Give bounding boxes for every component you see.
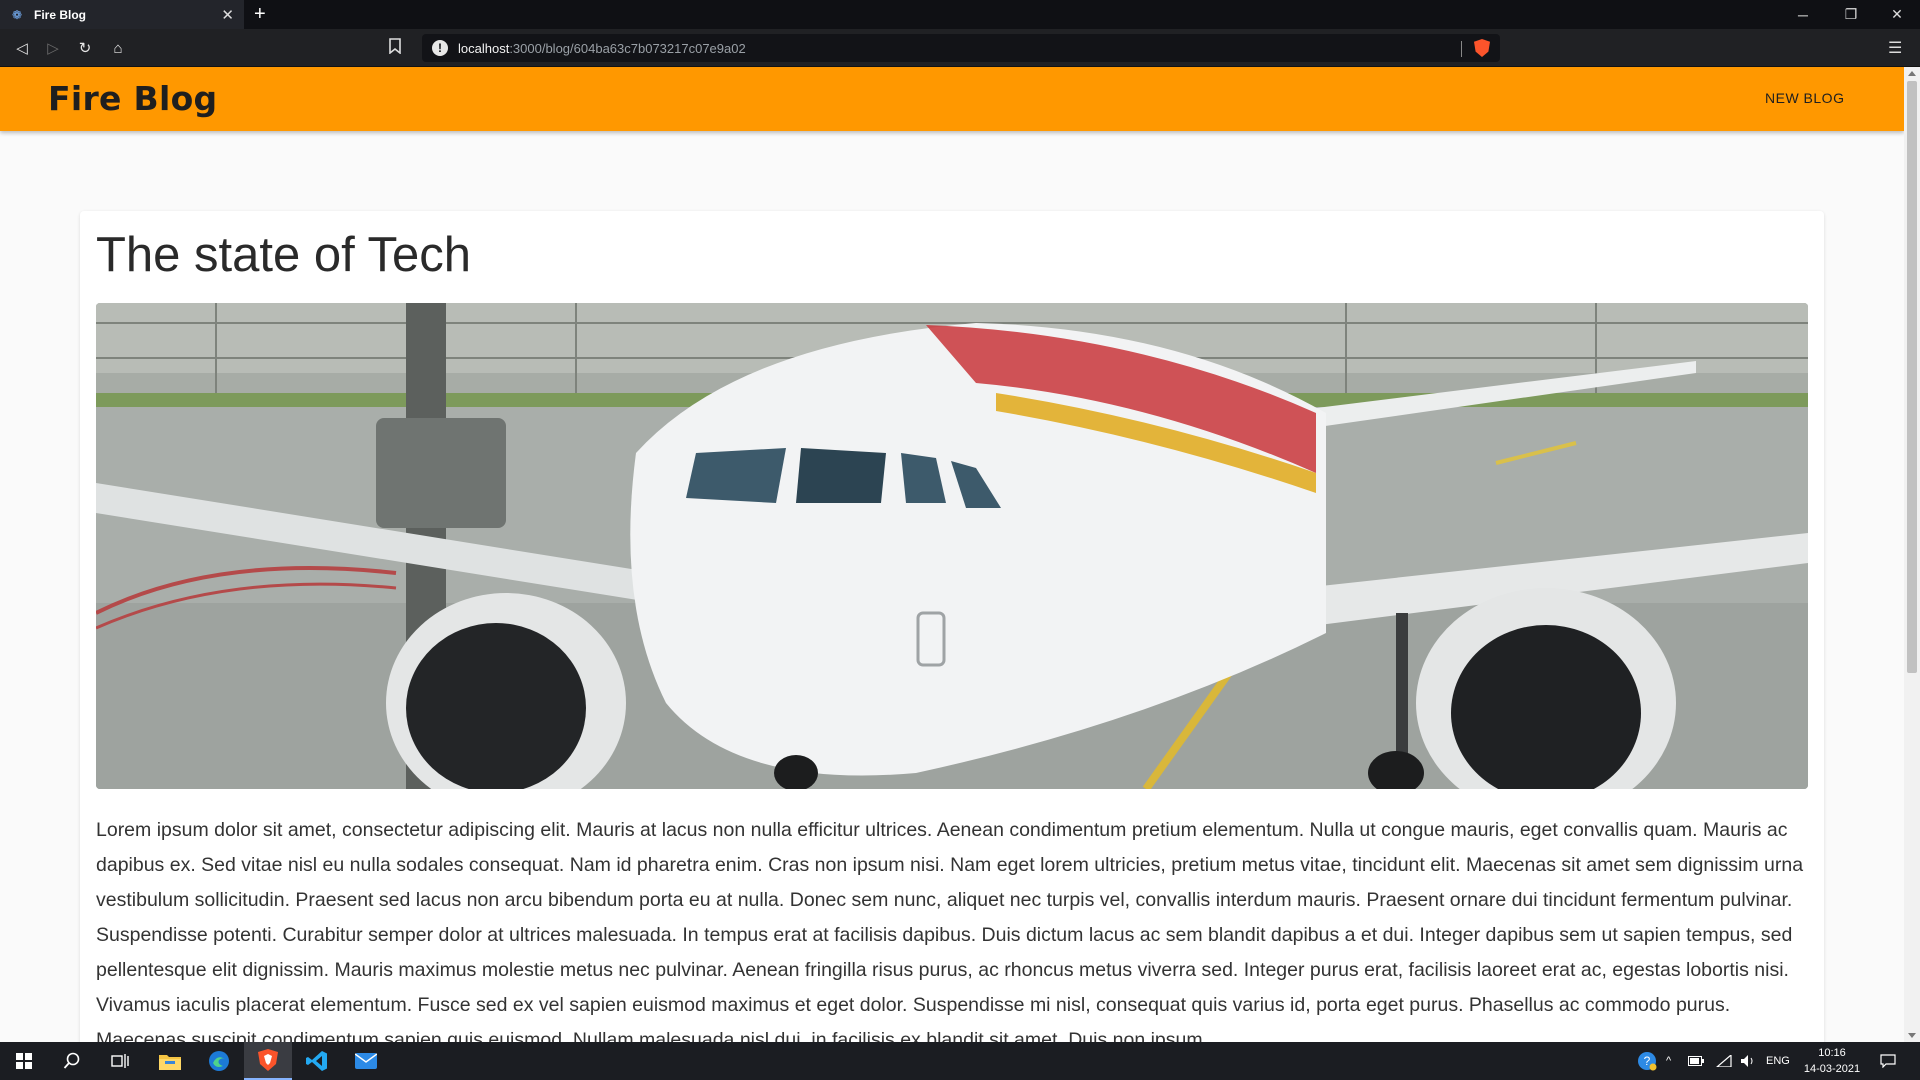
browser-tab-strip: ❁ Fire Blog ✕ + ─ ❐ ✕ [0,0,1920,29]
clock-date: 14-03-2021 [1803,1063,1861,1075]
restore-icon[interactable]: ❐ [1828,0,1874,29]
start-icon[interactable] [0,1042,48,1080]
task-view-icon[interactable] [96,1042,144,1080]
browser-tab[interactable]: ❁ Fire Blog ✕ [0,0,244,29]
url-path: :3000/blog/604ba63c7b073217c07e9a02 [509,40,746,56]
post-body: Lorem ipsum dolor sit amet, consectetur … [96,819,1804,1042]
tab-title: Fire Blog [34,7,87,22]
new-tab-icon[interactable]: + [254,3,266,26]
help-tray-icon[interactable]: ? [1636,1042,1658,1080]
vscode-icon[interactable] [293,1042,341,1080]
tray-overflow-icon[interactable]: ^ [1666,1042,1671,1080]
url-host: localhost [458,40,510,56]
mail-icon[interactable] [342,1042,390,1080]
back-icon[interactable]: ◁ [11,37,33,59]
svg-text:?: ? [1644,1054,1651,1068]
scrollbar-thumb[interactable] [1907,81,1917,673]
system-clock[interactable]: 10:16 14-03-2021 [1800,1045,1864,1077]
address-bar[interactable]: ! localhost:3000/blog/604ba63c7b073217c0… [422,34,1500,62]
forward-icon[interactable]: ▷ [42,37,64,59]
battery-icon[interactable] [1688,1042,1704,1080]
windows-taskbar: ? ^ ENG 10:16 14-03-2021 [0,1042,1920,1080]
close-window-icon[interactable]: ✕ [1874,0,1920,29]
language-indicator[interactable]: ENG [1766,1042,1790,1080]
page-scrollbar[interactable] [1904,67,1920,1042]
bookmark-icon[interactable] [389,38,405,58]
brave-browser-icon[interactable] [244,1042,292,1080]
notifications-icon[interactable] [1880,1042,1896,1080]
search-icon[interactable] [48,1042,96,1080]
scroll-up-icon[interactable] [1908,71,1916,76]
file-explorer-icon[interactable] [146,1042,194,1080]
brand-title[interactable]: Fire Blog [48,79,217,118]
close-tab-icon[interactable]: ✕ [221,6,234,24]
minimize-icon[interactable]: ─ [1780,0,1826,29]
favicon-icon: ❁ [11,7,23,22]
new-blog-link[interactable]: NEW BLOG [1765,90,1844,106]
airplane-photo [96,303,1808,789]
app-navbar: Fire Blog NEW BLOG [0,67,1904,131]
reload-icon[interactable]: ↻ [74,37,96,59]
hero-image [96,303,1808,789]
page-viewport: Fire Blog NEW BLOG The state of Tech Lor… [0,67,1904,1042]
scroll-down-icon[interactable] [1908,1033,1916,1038]
brave-shield-icon[interactable] [1474,39,1490,57]
site-info-icon[interactable]: ! [432,40,448,56]
address-divider [1461,41,1462,57]
blog-post-card: The state of Tech Lorem ipsum dolor sit … [80,211,1824,1042]
wifi-icon[interactable] [1716,1042,1732,1080]
browser-menu-icon[interactable]: ☰ [1888,38,1902,58]
browser-toolbar: ◁ ▷ ↻ ⌂ ! localhost:3000/blog/604ba63c7b… [0,29,1920,67]
clock-time: 10:16 [1818,1047,1846,1059]
post-title: The state of Tech [96,228,471,282]
volume-icon[interactable] [1740,1042,1756,1080]
home-icon[interactable]: ⌂ [107,37,129,59]
edge-browser-icon[interactable] [195,1042,243,1080]
